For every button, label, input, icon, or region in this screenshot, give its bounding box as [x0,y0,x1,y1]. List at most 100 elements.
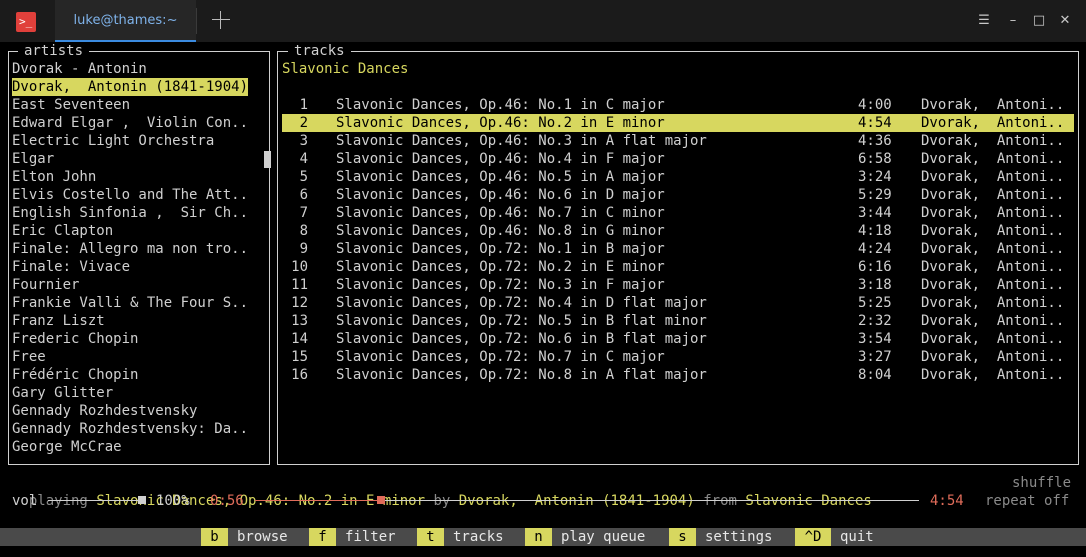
artist-list-item[interactable]: George McCrae [12,438,122,456]
artist-list-item[interactable]: East Seventeen [12,96,130,114]
shortcut-key[interactable]: ^D [795,528,831,546]
maximize-icon[interactable]: □ [1030,12,1048,30]
track-row[interactable]: 7 Slavonic Dances, Op.46: No.7 in C minor… [282,204,1074,222]
track-row[interactable]: 14 Slavonic Dances, Op.72: No.6 in B flat… [282,330,1074,348]
volume-label: vol [12,493,38,509]
track-title: Slavonic Dances, Op.46: No.1 in C major [336,97,665,113]
track-row[interactable]: 11 Slavonic Dances, Op.72: No.3 in F majo… [282,276,1074,294]
plus-icon[interactable] [210,9,232,31]
artist-list-item[interactable]: English Sinfonia , Sir Ch.. [12,204,248,222]
repeat-indicator[interactable]: repeat off [985,492,1069,510]
track-row[interactable]: 2 Slavonic Dances, Op.46: No.2 in E minor… [282,114,1074,132]
shortcut-key[interactable]: b [201,528,228,546]
artist-list-item[interactable]: Dvorak, Antonin (1841-1904) [12,78,249,96]
artist-list-item[interactable]: Elvis Costello and The Att.. [12,186,248,204]
track-artist: Dvorak, Antoni.. [921,97,1065,113]
track-row[interactable]: 5 Slavonic Dances, Op.46: No.5 in A major… [282,168,1074,186]
shortcut-key[interactable]: t [417,528,444,546]
playing-label: playing [28,493,88,509]
shortcut-label[interactable]: tracks [453,528,504,546]
track-title: Slavonic Dances, Op.72: No.5 in B flat m… [336,313,707,329]
track-duration: 3:24 [858,169,892,185]
minimize-icon[interactable]: – [1004,12,1022,30]
track-row[interactable]: 4 Slavonic Dances, Op.46: No.4 in F major… [282,150,1074,168]
shortcut-label[interactable]: quit [840,528,874,546]
track-number: 15 [291,349,308,365]
artist-list-item[interactable]: Edward Elgar , Violin Con.. [12,114,248,132]
artist-list-item[interactable]: Frankie Valli & The Four S.. [12,294,248,312]
shortcut-label[interactable]: play queue [561,528,645,546]
track-row[interactable]: 3 Slavonic Dances, Op.46: No.3 in A flat … [282,132,1074,150]
progress-knob[interactable] [377,496,386,504]
shortcut-label[interactable]: browse [237,528,288,546]
artist-list-item[interactable]: Frédéric Chopin [12,366,138,384]
track-number: 2 [299,115,308,131]
progress-fill [255,500,382,501]
track-artist: Dvorak, Antoni.. [921,115,1065,131]
track-row[interactable]: 12 Slavonic Dances, Op.72: No.4 in D flat… [282,294,1074,312]
track-number: 3 [299,133,308,149]
tab-divider [196,8,197,34]
shortcut-label[interactable]: filter [345,528,396,546]
track-row[interactable]: 16 Slavonic Dances, Op.72: No.8 in A flat… [282,366,1074,384]
artist-list-item[interactable]: Elton John [12,168,96,186]
artist-list-item[interactable]: Franz Liszt [12,312,105,330]
track-artist: Dvorak, Antoni.. [921,277,1065,293]
artist-list-item[interactable]: Finale: Allegro ma non tro.. [12,240,248,258]
track-title: Slavonic Dances, Op.72: No.8 in A flat m… [336,367,707,383]
artist-list-item[interactable]: Eric Clapton [12,222,113,240]
track-artist: Dvorak, Antoni.. [921,367,1065,383]
from-label: from [703,493,737,509]
shortcut-label[interactable]: settings [705,528,772,546]
track-row[interactable]: 6 Slavonic Dances, Op.46: No.6 in D major… [282,186,1074,204]
track-duration: 2:32 [858,313,892,329]
track-row[interactable]: 1 Slavonic Dances, Op.46: No.1 in C major… [282,96,1074,114]
shuffle-indicator[interactable]: shuffle [1012,474,1071,492]
track-title: Slavonic Dances, Op.46: No.2 in E minor [336,115,665,131]
track-number: 10 [291,259,308,275]
artist-list-item[interactable]: Gennady Rozhdestvensky [12,402,197,420]
track-row[interactable]: 13 Slavonic Dances, Op.72: No.5 in B flat… [282,312,1074,330]
now-playing-line: playing Slavonic Dances, Op.46: No.2 in … [12,474,1074,509]
track-title: Slavonic Dances, Op.46: No.4 in F major [336,151,665,167]
track-row[interactable]: 15 Slavonic Dances, Op.72: No.7 in C majo… [282,348,1074,366]
track-row[interactable]: 9 Slavonic Dances, Op.72: No.1 in B major… [282,240,1074,258]
track-artist: Dvorak, Antoni.. [921,349,1065,365]
track-number: 14 [291,331,308,347]
track-duration: 3:44 [858,205,892,221]
track-artist: Dvorak, Antoni.. [921,241,1065,257]
close-icon[interactable]: ✕ [1056,12,1074,30]
artist-list-item[interactable]: Fournier [12,276,79,294]
track-artist: Dvorak, Antoni.. [921,223,1065,239]
volume-slider[interactable] [48,496,146,504]
hamburger-icon[interactable]: ☰ [975,12,993,30]
track-title: Slavonic Dances, Op.46: No.8 in G minor [336,223,665,239]
track-duration: 6:58 [858,151,892,167]
volume-knob[interactable] [138,496,146,504]
progress-bar[interactable] [255,496,919,504]
artist-list-item[interactable]: Gary Glitter [12,384,113,402]
track-number: 12 [291,295,308,311]
artist-list-item[interactable]: Gennady Rozhdestvensky: Da.. [12,420,248,438]
artist-list-item[interactable]: Frederic Chopin [12,330,138,348]
track-duration: 6:16 [858,259,892,275]
track-title: Slavonic Dances, Op.72: No.2 in E minor [336,259,665,275]
terminal-tab[interactable]: luke@thames:~ [55,0,196,42]
track-row[interactable]: 8 Slavonic Dances, Op.46: No.8 in G minor… [282,222,1074,240]
track-number: 11 [291,277,308,293]
shortcut-key[interactable]: n [525,528,552,546]
artist-list-item[interactable]: Finale: Vivace [12,258,130,276]
track-row[interactable]: 10 Slavonic Dances, Op.72: No.2 in E mino… [282,258,1074,276]
artist-list-item[interactable]: Dvorak - Antonin [12,60,147,78]
by-label: by [433,493,451,509]
track-duration: 5:29 [858,187,892,203]
artists-scrollbar-thumb[interactable] [264,151,271,168]
shortcut-key[interactable]: f [309,528,336,546]
artist-list-item[interactable]: Electric Light Orchestra [12,132,214,150]
tracks-panel-title: tracks [288,43,351,59]
shortcut-key[interactable]: s [669,528,696,546]
track-duration: 4:54 [858,115,892,131]
artist-list-item[interactable]: Elgar [12,150,54,168]
track-number: 4 [299,151,308,167]
artist-list-item[interactable]: Free [12,348,46,366]
